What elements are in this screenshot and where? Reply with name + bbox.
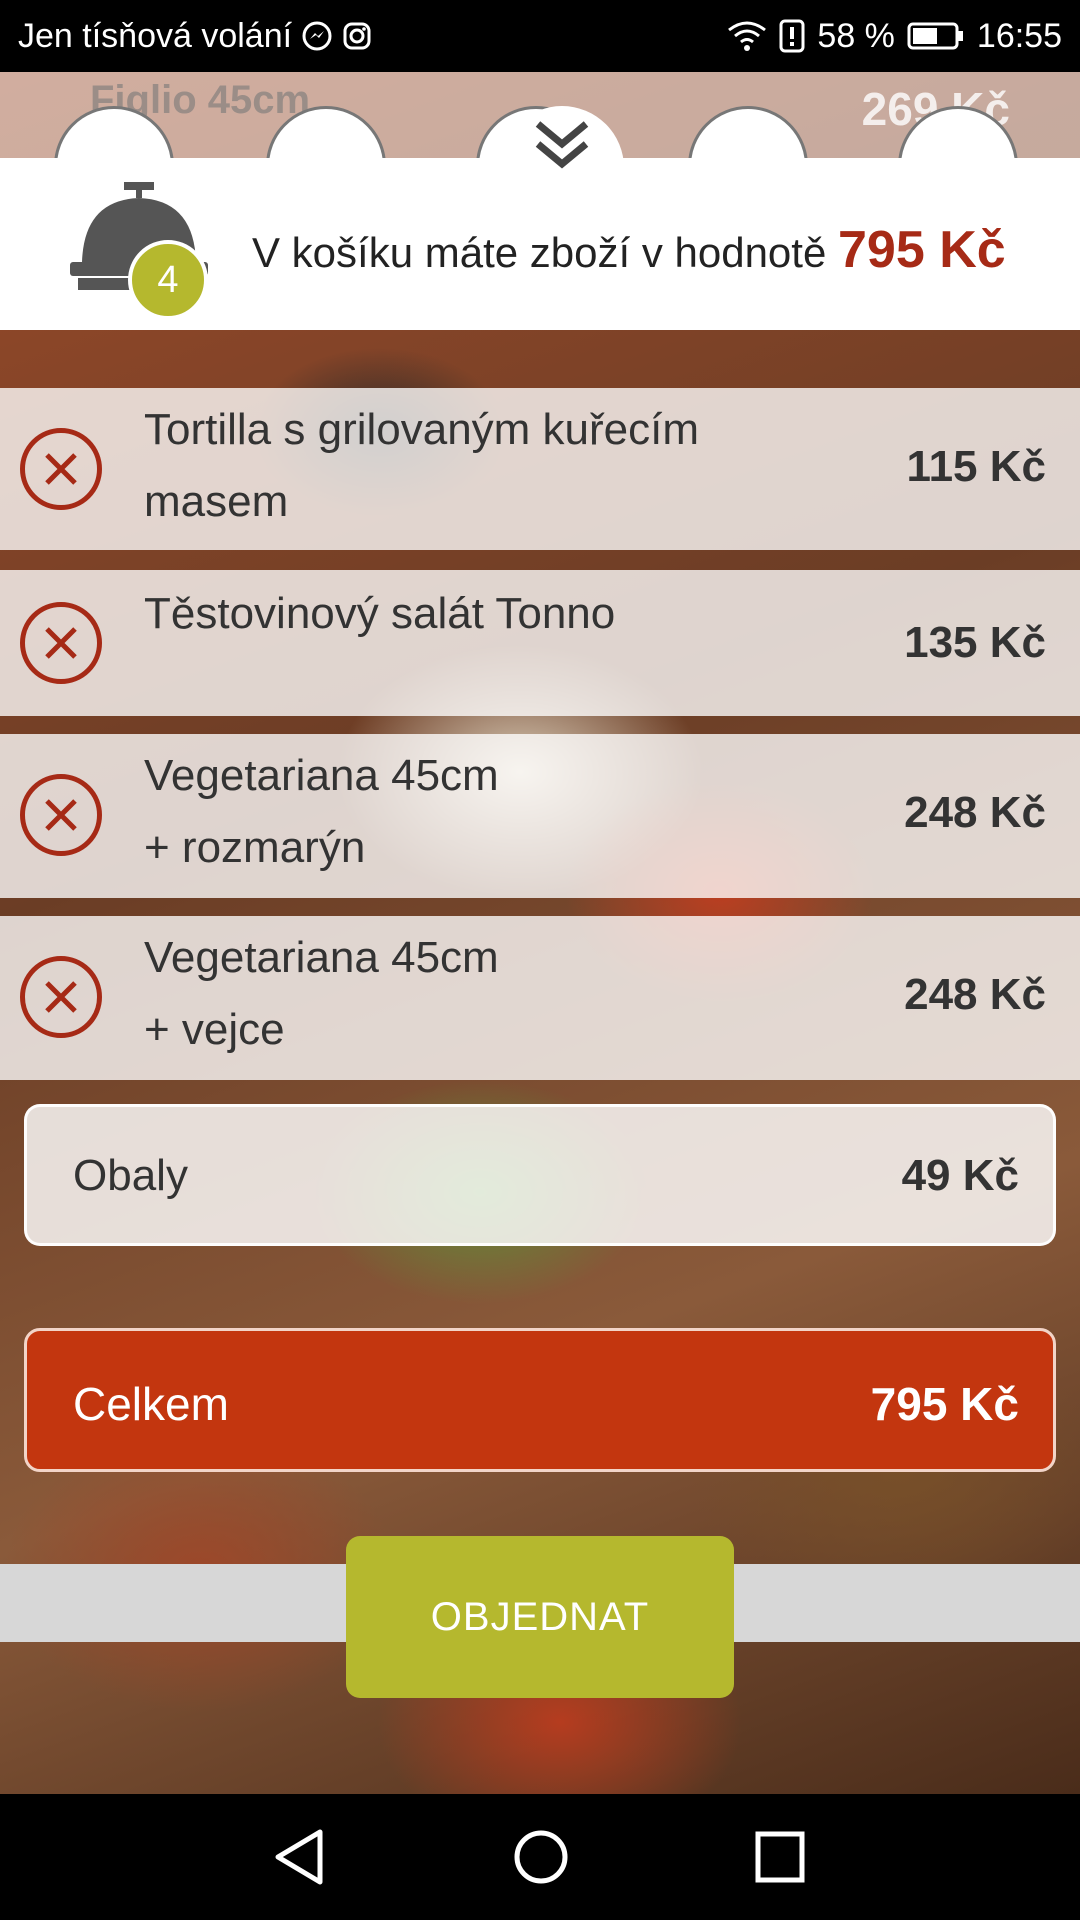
item-name-line1: Těstovinový salát Tonno	[144, 589, 616, 638]
remove-item-button[interactable]	[20, 602, 102, 684]
item-name-line1: Tortilla s grilovaným kuřecím	[144, 405, 700, 454]
category-bread-icon[interactable]	[688, 106, 808, 158]
clock-text: 16:55	[976, 16, 1062, 55]
close-icon	[45, 799, 77, 831]
back-icon[interactable]	[272, 1828, 328, 1891]
carrier-text: Jen tísňová volání	[18, 16, 293, 55]
packaging-row: Obaly 49 Kč	[24, 1104, 1056, 1246]
recents-icon[interactable]	[754, 1828, 806, 1891]
cart-item: Vegetariana 45cm + vejce 248 Kč	[0, 916, 1080, 1080]
close-icon	[45, 627, 77, 659]
item-name: Tortilla s grilovaným kuřecím masem	[144, 394, 699, 538]
close-icon	[45, 453, 77, 485]
order-button[interactable]: OBJEDNAT	[346, 1536, 734, 1698]
item-price: 248 Kč	[904, 788, 1046, 837]
battery-icon	[907, 21, 965, 51]
item-name-line1: Vegetariana 45cm	[144, 933, 499, 982]
item-name: Vegetariana 45cm + rozmarýn	[144, 740, 499, 884]
cart-item: Těstovinový salát Tonno 135 Kč	[0, 570, 1080, 716]
total-label: Celkem	[73, 1378, 229, 1430]
packaging-label: Obaly	[73, 1151, 188, 1200]
messenger-icon	[302, 21, 332, 51]
total-price: 795 Kč	[870, 1378, 1019, 1430]
cart-item: Vegetariana 45cm + rozmarýn 248 Kč	[0, 734, 1080, 898]
item-name-line2: + rozmarýn	[144, 823, 366, 872]
battery-text: 58 %	[817, 16, 895, 55]
item-name-line2: + vejce	[144, 1005, 285, 1054]
instagram-icon	[342, 21, 372, 51]
cart-summary: V košíku máte zboží v hodnotě 795 Kč	[252, 220, 1006, 280]
packaging-price: 49 Kč	[901, 1151, 1019, 1200]
alert-icon	[779, 19, 805, 53]
item-price: 248 Kč	[904, 970, 1046, 1019]
remove-item-button[interactable]	[20, 428, 102, 510]
item-name-line2: masem	[144, 477, 289, 526]
home-icon[interactable]	[512, 1828, 570, 1891]
item-name: Vegetariana 45cm + vejce	[144, 922, 499, 1066]
cart-item: Tortilla s grilovaným kuřecím masem 115 …	[0, 388, 1080, 550]
navigation-bar	[0, 1794, 1080, 1920]
remove-item-button[interactable]	[20, 774, 102, 856]
collapse-button[interactable]	[500, 106, 624, 230]
remove-item-button[interactable]	[20, 956, 102, 1038]
item-price: 115 Kč	[906, 442, 1046, 491]
cart-count-badge: 4	[128, 240, 208, 320]
total-row: Celkem 795 Kč	[24, 1328, 1056, 1472]
chevron-down-double-icon	[532, 118, 592, 177]
item-name-line1: Vegetariana 45cm	[144, 751, 499, 800]
item-name: Těstovinový salát Tonno	[144, 578, 615, 650]
cart-summary-total: 795 Kč	[838, 221, 1006, 279]
status-bar: Jen tísňová volání 58 % 16:55	[0, 0, 1080, 72]
close-icon	[45, 981, 77, 1013]
item-price: 135 Kč	[904, 618, 1046, 667]
wifi-icon	[727, 20, 767, 52]
cart-summary-text: V košíku máte zboží v hodnotě	[252, 229, 827, 276]
